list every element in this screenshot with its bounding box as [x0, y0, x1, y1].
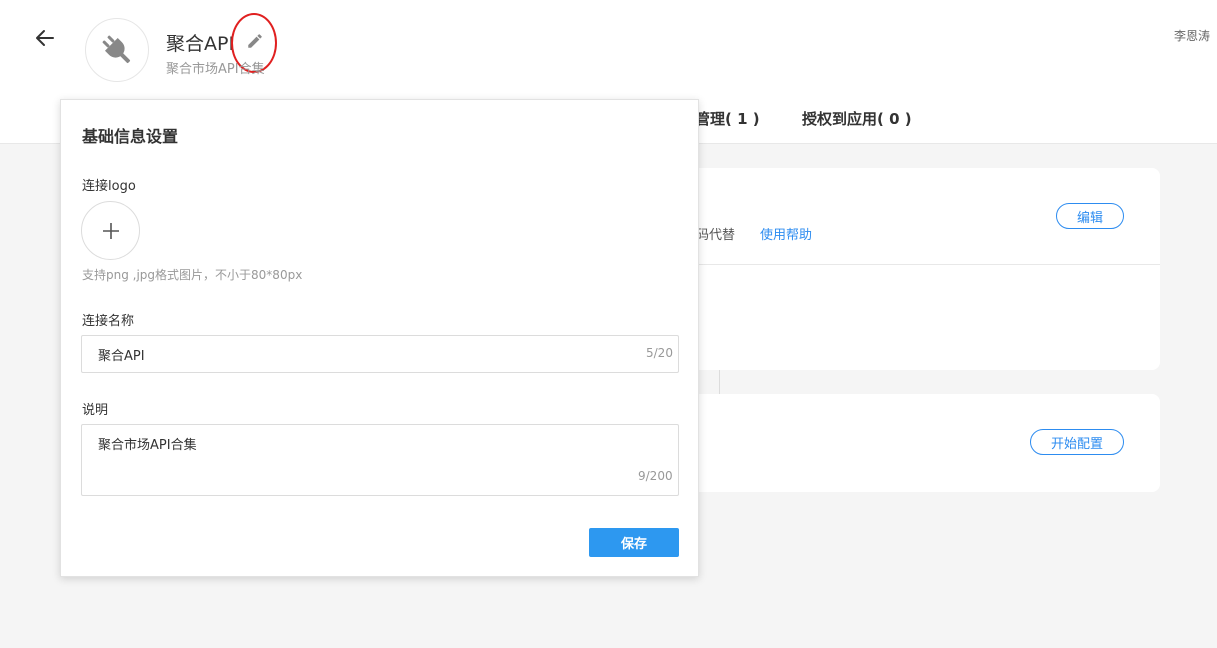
tab-manage[interactable]: 管理( 1 ) — [695, 108, 760, 129]
page: 聚合API 聚合市场API合集 李恩涛 管理( 1 ) 授权到应用( 0 ) 掩… — [0, 0, 1217, 648]
pencil-icon — [248, 34, 262, 48]
logo-upload-button[interactable] — [81, 201, 140, 260]
back-button[interactable] — [33, 26, 57, 50]
description-char-count: 9/200 — [638, 469, 673, 483]
upload-hint: 支持png ,jpg格式图片，不小于80*80px — [82, 268, 303, 282]
edit-title-button[interactable] — [246, 32, 264, 50]
plus-icon — [102, 222, 119, 239]
description-label: 说明 — [82, 403, 109, 418]
edit-button[interactable]: 编辑 — [1056, 203, 1124, 229]
arrow-left-icon — [36, 30, 54, 46]
page-subtitle: 聚合市场API合集 — [166, 62, 265, 77]
help-link[interactable]: 使用帮助 — [760, 224, 812, 243]
plug-icon — [102, 35, 131, 64]
basic-info-panel: 基础信息设置 连接logo 支持png ,jpg格式图片，不小于80*80px … — [60, 99, 699, 577]
page-title: 聚合API — [166, 33, 235, 55]
panel-title: 基础信息设置 — [82, 127, 179, 146]
flow-connector — [719, 370, 720, 394]
connector-logo — [85, 18, 149, 82]
name-label: 连接名称 — [82, 314, 135, 329]
description-textarea[interactable]: 聚合市场API合集 — [81, 424, 679, 496]
logo-label: 连接logo — [82, 179, 136, 194]
tab-authorize-apps[interactable]: 授权到应用( 0 ) — [802, 108, 912, 129]
name-char-count: 5/20 — [646, 346, 673, 360]
start-config-button[interactable]: 开始配置 — [1030, 429, 1124, 455]
connection-name-input[interactable] — [81, 335, 679, 373]
save-button[interactable]: 保存 — [589, 528, 679, 557]
user-name[interactable]: 李恩涛 — [1174, 27, 1210, 44]
